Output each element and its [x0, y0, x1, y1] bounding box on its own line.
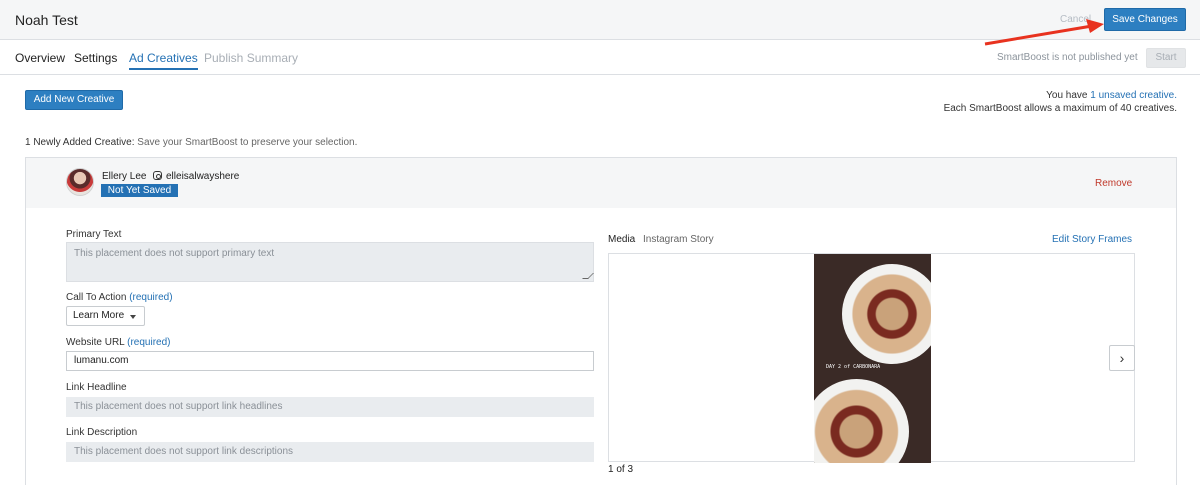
remove-button[interactable]: Remove: [1095, 178, 1132, 189]
creator-name: Ellery Lee: [102, 171, 147, 182]
cta-select[interactable]: Learn More: [66, 306, 145, 326]
link-headline-field[interactable]: This placement does not support link hea…: [66, 397, 594, 417]
add-new-creative-button[interactable]: Add New Creative: [25, 90, 123, 110]
website-url-label: Website URL (required): [66, 337, 171, 348]
unsaved-creatives-info: You have 1 unsaved creative. Each SmartB…: [944, 89, 1177, 115]
creative-card: Ellery Lee elleisalwayshere Not Yet Save…: [25, 157, 1177, 485]
publish-status-text: SmartBoost is not published yet: [997, 52, 1138, 63]
page-title: Noah Test: [15, 12, 78, 28]
creative-limit-text: Each SmartBoost allows a maximum of 40 c…: [943, 103, 1177, 114]
link-description-label: Link Description: [66, 427, 138, 438]
website-url-required-text: (required): [127, 337, 171, 348]
cta-label-text: Call To Action: [66, 292, 127, 303]
creator-handle[interactable]: elleisalwayshere: [166, 171, 239, 182]
story-frame-image: DAY 2 of CARBONARA: [814, 254, 931, 463]
website-url-label-text: Website URL: [66, 337, 125, 348]
media-label: Media: [608, 234, 636, 245]
tab-overview[interactable]: Overview: [15, 51, 65, 65]
tab-publish-summary[interactable]: Publish Summary: [204, 51, 298, 65]
instagram-icon: [153, 171, 162, 180]
newly-added-hint: Save your SmartBoost to preserve your se…: [137, 137, 358, 148]
resize-handle-icon[interactable]: [582, 273, 594, 279]
chevron-right-icon[interactable]: ›: [1109, 345, 1135, 371]
story-caption: DAY 2 of CARBONARA: [826, 364, 881, 370]
newly-added-count: 1 Newly Added Creative:: [25, 137, 135, 148]
link-headline-label: Link Headline: [66, 382, 127, 393]
media-placement-label: Instagram Story: [643, 234, 714, 245]
unsaved-prefix: You have: [1046, 90, 1091, 101]
newly-added-note: 1 Newly Added Creative: Save your SmartB…: [25, 137, 357, 148]
cta-value: Learn More: [73, 310, 125, 321]
status-badge: Not Yet Saved: [101, 184, 178, 197]
avatar: [66, 168, 94, 196]
food-plate-image: [814, 379, 909, 463]
food-plate-image: [842, 264, 931, 364]
cta-label: Call To Action (required): [66, 292, 173, 303]
red-arrow-annotation: [984, 19, 1104, 46]
start-button[interactable]: Start: [1146, 48, 1186, 68]
save-changes-button[interactable]: Save Changes: [1104, 8, 1186, 31]
primary-text-placeholder: This placement does not support primary …: [74, 248, 275, 259]
website-url-input[interactable]: lumanu.com: [66, 351, 594, 371]
primary-text-field[interactable]: This placement does not support primary …: [66, 242, 594, 282]
edit-story-frames-link[interactable]: Edit Story Frames: [1052, 234, 1132, 245]
media-preview: DAY 2 of CARBONARA ›: [608, 253, 1135, 463]
tab-ad-creatives[interactable]: Ad Creatives: [129, 51, 198, 70]
caret-down-icon: [130, 315, 136, 319]
story-pager: 1 of 3: [608, 464, 634, 475]
primary-text-label: Primary Text: [66, 229, 122, 240]
tab-settings[interactable]: Settings: [74, 51, 117, 65]
cta-required-text: (required): [129, 292, 173, 303]
unsaved-creative-link[interactable]: 1 unsaved creative.: [1090, 90, 1177, 101]
creative-card-header: Ellery Lee elleisalwayshere Not Yet Save…: [26, 158, 1176, 208]
link-description-field[interactable]: This placement does not support link des…: [66, 442, 594, 462]
